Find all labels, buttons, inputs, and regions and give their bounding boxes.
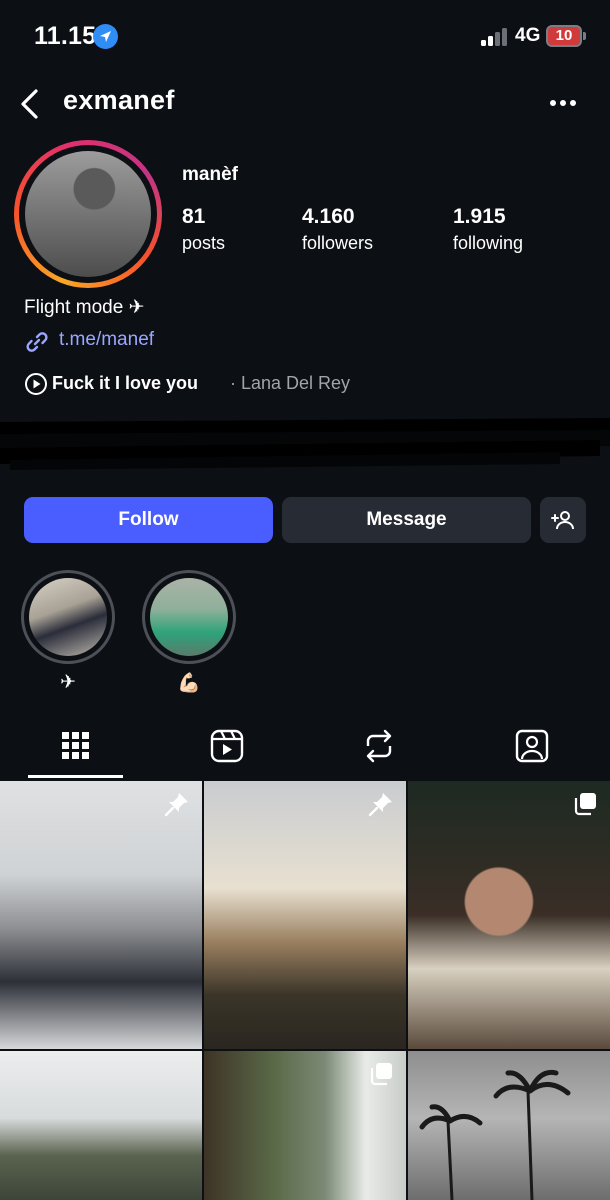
status-time: 11.15 <box>34 22 97 50</box>
add-person-icon <box>551 511 574 530</box>
posts-count: 81 <box>182 205 206 228</box>
pin-icon <box>368 793 392 817</box>
back-arrow-icon <box>21 89 38 119</box>
following-label: following <box>453 233 524 253</box>
reels-tab[interactable] <box>207 726 247 766</box>
follow-button[interactable]: Follow <box>24 497 273 543</box>
post-thumbnail[interactable] <box>0 1051 202 1200</box>
song-title: Fuck it I love you <box>52 373 199 393</box>
carousel-icon <box>574 793 596 816</box>
bio-text: Flight mode ✈ <box>24 297 145 318</box>
highlight-label: 💪🏻 <box>177 673 201 694</box>
network-type: 4G <box>515 25 541 46</box>
posts-stat[interactable]: 81 posts <box>182 205 225 254</box>
highlight-cover <box>29 578 107 656</box>
tagged-icon <box>515 729 549 763</box>
reels-icon <box>210 729 244 763</box>
link-text: t.me/manef <box>59 329 155 350</box>
play-icon <box>25 373 47 395</box>
story-ring[interactable] <box>14 140 162 288</box>
back-button[interactable] <box>16 86 44 122</box>
story-highlight[interactable] <box>142 570 236 664</box>
carousel-icon <box>370 1063 392 1086</box>
grid-tab[interactable] <box>56 726 96 766</box>
avatar <box>25 151 151 277</box>
battery-cap <box>583 32 586 40</box>
link-icon <box>26 332 48 352</box>
followers-count: 4.160 <box>302 205 355 228</box>
followers-stat[interactable]: 4.160 followers <box>302 205 373 254</box>
post-thumbnail[interactable] <box>408 1051 610 1200</box>
reposts-icon <box>366 729 392 763</box>
song-artist: · Lana Del Rey <box>230 373 351 393</box>
active-tab-indicator <box>28 775 123 778</box>
redaction-scribble <box>0 418 610 470</box>
following-count: 1.915 <box>453 205 506 228</box>
following-stat[interactable]: 1.915 following <box>453 205 523 254</box>
post-thumbnail[interactable] <box>0 781 202 1049</box>
location-icon <box>93 24 118 49</box>
display-name: manèf <box>182 164 238 185</box>
reposts-tab[interactable] <box>359 726 399 766</box>
suggest-users-button[interactable] <box>540 497 586 543</box>
message-button[interactable]: Message <box>282 497 531 543</box>
tagged-tab[interactable] <box>512 726 552 766</box>
post-thumbnail[interactable] <box>204 781 406 1049</box>
highlight-label: ✈ <box>60 672 76 693</box>
signal-icon <box>481 28 509 46</box>
status-bar: 11.15 4G 10 <box>0 0 610 70</box>
profile-username: exmanef <box>63 85 175 115</box>
posts-label: posts <box>182 233 226 253</box>
profile-page: 11.15 4G 10 exmanef manèf 81 posts 4.160… <box>0 0 610 1200</box>
battery-icon: 10 <box>546 25 582 47</box>
post-thumbnail[interactable] <box>204 1051 406 1200</box>
highlight-cover <box>150 578 228 656</box>
followers-label: followers <box>302 233 374 253</box>
more-options-icon[interactable] <box>548 94 578 112</box>
pin-icon <box>164 793 188 817</box>
grid-icon <box>62 732 89 759</box>
post-thumbnail[interactable] <box>408 781 610 1049</box>
story-highlight[interactable] <box>21 570 115 664</box>
palm-trees-silhouette <box>419 1069 571 1200</box>
battery-level: 10 <box>555 27 573 44</box>
